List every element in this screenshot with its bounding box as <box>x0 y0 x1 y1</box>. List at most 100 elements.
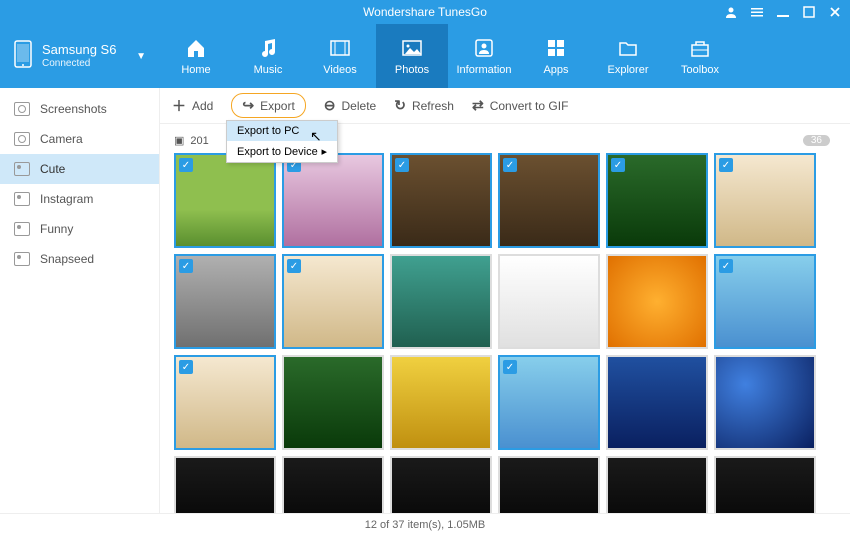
maximize-icon[interactable] <box>802 5 816 19</box>
tab-music[interactable]: Music <box>232 24 304 88</box>
sidebar-item-camera[interactable]: Camera <box>0 124 159 154</box>
sidebar-item-label: Camera <box>40 132 83 146</box>
close-icon[interactable] <box>828 5 842 19</box>
photo-thumb[interactable]: ✓ <box>282 456 384 513</box>
tab-label: Toolbox <box>681 64 719 76</box>
photo-thumb[interactable]: ✓ <box>606 254 708 349</box>
check-icon: ✓ <box>179 259 193 273</box>
photo-content: ▣ 201 36 ✓ ✓ ✓ ✓ ✓ ✓ ✓ ✓ ✓ ✓ ✓ ✓ ✓ ✓ ✓ ✓ <box>160 124 850 513</box>
photo-thumb[interactable]: ✓ <box>282 355 384 450</box>
refresh-button[interactable]: ↻Refresh <box>394 97 454 114</box>
camera-icon <box>14 132 30 146</box>
device-selector[interactable]: Samsung S6 Connected ▼ <box>0 24 160 88</box>
toolbox-icon <box>688 36 712 60</box>
delete-button[interactable]: ⊖ Delete <box>324 97 376 114</box>
tab-label: Videos <box>323 64 356 76</box>
image-icon <box>14 222 30 236</box>
sidebar-item-funny[interactable]: Funny <box>0 214 159 244</box>
check-icon: ✓ <box>503 158 517 172</box>
contacts-icon <box>472 36 496 60</box>
export-button[interactable]: ↪Export <box>231 93 305 118</box>
check-icon: ✓ <box>611 158 625 172</box>
photo-thumb[interactable]: ✓ <box>714 355 816 450</box>
button-label: Delete <box>342 99 377 113</box>
button-label: Refresh <box>412 99 454 113</box>
user-icon[interactable] <box>724 5 738 19</box>
device-text: Samsung S6 Connected <box>42 42 116 70</box>
photo-thumb[interactable]: ✓ <box>714 254 816 349</box>
photo-thumb[interactable]: ✓ <box>174 153 276 248</box>
convert-button[interactable]: ⇄ Convert to GIF <box>472 97 568 114</box>
tab-label: Home <box>181 64 210 76</box>
photo-thumb[interactable]: ✓ <box>390 355 492 450</box>
tab-videos[interactable]: Videos <box>304 24 376 88</box>
apps-icon <box>544 36 568 60</box>
group-count: 36 <box>803 135 830 146</box>
status-bar: 12 of 37 item(s), 1.05MB <box>0 513 850 535</box>
tab-label: Information <box>456 64 511 76</box>
photo-thumb[interactable]: ✓ <box>498 456 600 513</box>
button-label: Add <box>192 99 213 113</box>
photo-thumb[interactable]: ✓ <box>390 456 492 513</box>
status-text: 12 of 37 item(s), 1.05MB <box>365 519 485 531</box>
tab-toolbox[interactable]: Toolbox <box>664 24 736 88</box>
plus-icon: ＋ <box>172 96 186 116</box>
check-icon: ✓ <box>503 360 517 374</box>
sidebar-item-cute[interactable]: Cute <box>0 154 159 184</box>
photo-thumb[interactable]: ✓ <box>606 456 708 513</box>
camera-icon <box>14 102 30 116</box>
group-date: 201 <box>190 135 208 147</box>
button-label: Convert to GIF <box>490 99 569 113</box>
menu-label: Export to Device <box>237 146 318 158</box>
photo-thumb[interactable]: ✓ <box>498 153 600 248</box>
sidebar-item-screenshots[interactable]: Screenshots <box>0 94 159 124</box>
check-icon: ✓ <box>179 158 193 172</box>
photo-thumb[interactable]: ✓ <box>714 456 816 513</box>
window-controls <box>724 0 842 24</box>
photo-thumb[interactable]: ✓ <box>498 254 600 349</box>
photo-thumb[interactable]: ✓ <box>714 153 816 248</box>
sidebar-item-snapseed[interactable]: Snapseed <box>0 244 159 274</box>
tab-label: Apps <box>543 64 568 76</box>
photo-thumb[interactable]: ✓ <box>282 254 384 349</box>
menu-label: Export to PC <box>237 125 299 137</box>
video-icon <box>328 36 352 60</box>
image-icon <box>14 162 30 176</box>
check-icon: ✓ <box>179 360 193 374</box>
photo-thumb[interactable]: ✓ <box>390 153 492 248</box>
minus-icon: ⊖ <box>324 97 336 114</box>
check-icon: ✓ <box>719 158 733 172</box>
photo-thumb[interactable]: ✓ <box>174 456 276 513</box>
photo-thumb[interactable]: ✓ <box>498 355 600 450</box>
add-button[interactable]: ＋ Add <box>172 96 213 116</box>
tab-information[interactable]: Information <box>448 24 520 88</box>
tab-apps[interactable]: Apps <box>520 24 592 88</box>
photo-thumb[interactable]: ✓ <box>390 254 492 349</box>
menu-icon[interactable] <box>750 5 764 19</box>
photo-thumb[interactable]: ✓ <box>174 254 276 349</box>
sidebar-item-instagram[interactable]: Instagram <box>0 184 159 214</box>
tab-explorer[interactable]: Explorer <box>592 24 664 88</box>
tab-photos[interactable]: Photos <box>376 24 448 88</box>
export-icon: ↪ <box>242 97 254 114</box>
photo-thumb[interactable]: ✓ <box>174 355 276 450</box>
title-bar: Wondershare TunesGo <box>0 0 850 24</box>
main-panel: ＋ Add ↪Export ⊖ Delete ↻Refresh ⇄ Convert t… <box>160 88 850 513</box>
music-icon <box>256 36 280 60</box>
image-icon <box>14 192 30 206</box>
convert-icon: ⇄ <box>472 97 484 114</box>
device-name: Samsung S6 <box>42 42 116 58</box>
tab-label: Photos <box>395 64 429 76</box>
minimize-icon[interactable] <box>776 5 790 19</box>
check-icon: ✓ <box>719 259 733 273</box>
photo-thumb[interactable]: ✓ <box>606 355 708 450</box>
photo-thumb[interactable]: ✓ <box>606 153 708 248</box>
tab-home[interactable]: Home <box>160 24 232 88</box>
sidebar-item-label: Snapseed <box>40 252 94 266</box>
header: Samsung S6 Connected ▼ Home Music Videos… <box>0 24 850 88</box>
submenu-arrow-icon: ▸ <box>321 145 327 158</box>
folder-icon <box>616 36 640 60</box>
photo-thumb[interactable]: ✓ <box>282 153 384 248</box>
photo-grid: ✓ ✓ ✓ ✓ ✓ ✓ ✓ ✓ ✓ ✓ ✓ ✓ ✓ ✓ ✓ ✓ ✓ ✓ ✓ ✓ <box>174 153 836 513</box>
sidebar: Screenshots Camera Cute Instagram Funny … <box>0 88 160 513</box>
